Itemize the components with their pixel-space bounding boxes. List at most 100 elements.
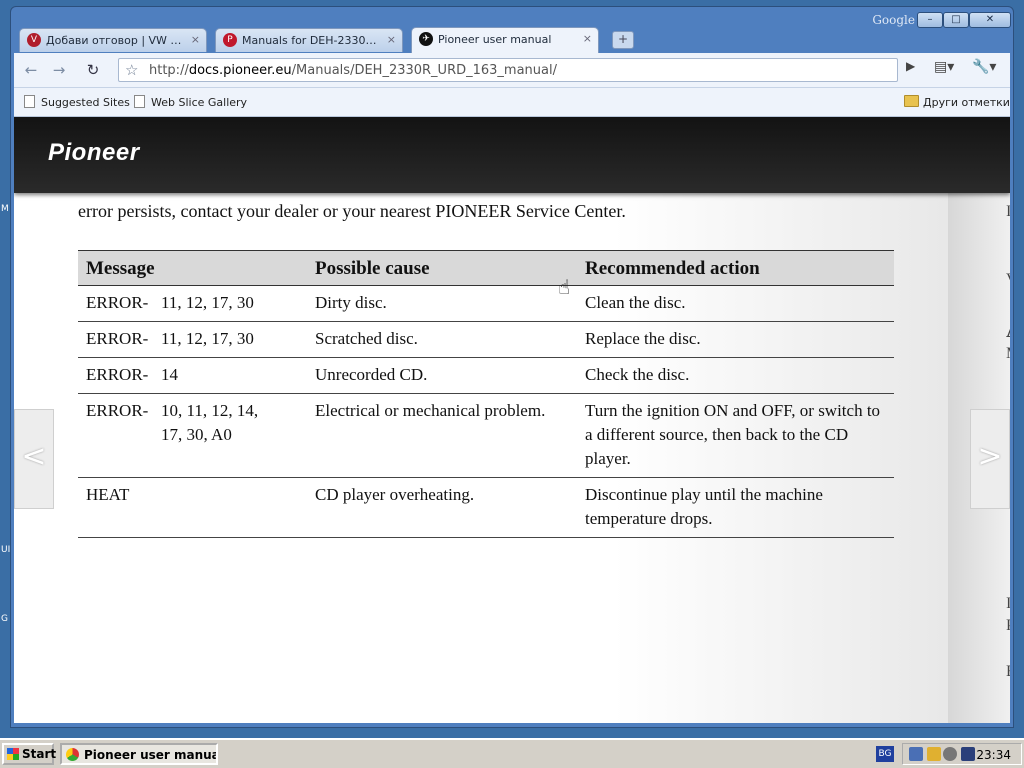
next-page-button[interactable]: >	[970, 409, 1010, 509]
taskbar-item-browser[interactable]: Pioneer user manual ...	[60, 743, 218, 765]
google-label: Google	[872, 13, 915, 27]
intro-text: error persists, contact your dealer or y…	[78, 201, 626, 221]
url-path: /Manuals/DEH_2330R_URD_163_manual/	[291, 63, 557, 78]
action-cell: Clean the disc.	[577, 285, 894, 322]
message-cell: ERROR- 11, 12, 17, 30	[78, 285, 307, 322]
message-cell: ERROR- 11, 12, 17, 30	[78, 321, 307, 358]
message-codes: 11, 12, 17, 30	[161, 293, 254, 312]
security-icon[interactable]	[927, 747, 941, 761]
column-header-cause: Possible cause	[307, 250, 577, 286]
previous-page-button[interactable]: <	[14, 409, 54, 509]
tab-vw-club[interactable]: V Добави отговор | VW club… ×	[19, 28, 207, 52]
error-message-table: Message Possible cause Recommended actio…	[78, 250, 894, 538]
tab-close-icon[interactable]: ×	[583, 32, 592, 45]
table-row: ERROR- 11, 12, 17, 30 Dirty disc. Clean t…	[78, 285, 894, 322]
close-window-button[interactable]: ✕	[969, 12, 1011, 28]
column-header-action: Recommended action	[577, 250, 894, 286]
action-cell: Check the disc.	[577, 357, 894, 394]
start-label: Start	[22, 747, 57, 761]
tab-manuals[interactable]: P Manuals for DEH-2330R - P… ×	[215, 28, 403, 52]
hand-cursor-icon: ☝	[558, 275, 571, 299]
message-cell: ERROR- 10, 11, 12, 14, 17, 30, A0	[78, 393, 307, 478]
bookmark-label: Suggested Sites	[41, 96, 130, 109]
other-bookmarks[interactable]: Други отметки	[904, 95, 1010, 109]
action-cell: Turn the ignition ON and OFF, or switch …	[577, 393, 894, 478]
desktop-label-fragment: M	[1, 204, 9, 214]
pioneer-bird-icon: ✈	[419, 32, 433, 46]
cause-cell: Unrecorded CD.	[307, 357, 577, 394]
tab-close-icon[interactable]: ×	[191, 33, 200, 46]
other-bookmarks-label: Други отметки	[923, 96, 1010, 109]
cause-cell: CD player overheating.	[307, 477, 577, 538]
go-icon[interactable]: ▶	[906, 59, 915, 73]
url-host: docs.pioneer.eu	[188, 63, 292, 78]
table-row: ERROR- 10, 11, 12, 14, 17, 30, A0 Electri…	[78, 393, 894, 478]
manual-page: error persists, contact your dealer or y…	[78, 201, 894, 538]
page-icon	[134, 95, 145, 108]
preview-glyph: M	[1006, 345, 1010, 363]
clock: 23:34	[976, 748, 1011, 762]
column-header-message: Message	[78, 250, 307, 286]
pioneer-p-icon: P	[223, 33, 237, 47]
tools-menu-icon[interactable]: 🔧▾	[972, 59, 996, 75]
bookmark-web-slice-gallery[interactable]: Web Slice Gallery	[134, 95, 247, 109]
tab-close-icon[interactable]: ×	[387, 33, 396, 46]
message-prefix: ERROR-	[86, 401, 149, 420]
message-cell: HEAT	[78, 477, 307, 538]
hardware-icon[interactable]	[961, 747, 975, 761]
address-bar[interactable]: ☆ http://docs.pioneer.eu/Manuals/DEH_233…	[118, 58, 898, 82]
preview-glyph: A	[1006, 317, 1010, 343]
desktop-label-fragment: UI	[1, 545, 11, 555]
taskbar-item-label: Pioneer user manual ...	[84, 748, 216, 762]
star-icon[interactable]: ☆	[125, 61, 138, 79]
chrome-icon	[66, 748, 79, 761]
tab-pioneer-user-manual[interactable]: ✈ Pioneer user manual ×	[411, 27, 599, 53]
network-icon[interactable]	[909, 747, 923, 761]
preview-glyph: I	[1006, 203, 1010, 220]
site-header: Pioneer	[14, 117, 1010, 193]
page-content: I V A M C I P E Pioneer error persists, …	[14, 117, 1010, 723]
tab-title: Pioneer user manual	[438, 33, 552, 46]
page-icon	[24, 95, 35, 108]
browser-window: Google – □ ✕ V Добави отговор | VW club……	[10, 6, 1014, 728]
action-cell: Replace the disc.	[577, 321, 894, 358]
table-header-row: Message Possible cause Recommended actio…	[78, 250, 894, 286]
maximize-button[interactable]: □	[943, 12, 969, 28]
toolbar: ← → ↻ ☆ http://docs.pioneer.eu/Manuals/D…	[14, 53, 1010, 88]
tab-title: Manuals for DEH-2330R - P…	[242, 34, 382, 47]
bookmark-suggested-sites[interactable]: Suggested Sites	[24, 95, 130, 109]
taskbar: Start Pioneer user manual ... BG 23:34	[0, 738, 1024, 768]
cause-cell: Scratched disc.	[307, 321, 577, 358]
preview-glyph: P	[1006, 617, 1010, 635]
desktop-label-fragment: G	[1, 614, 8, 624]
start-button[interactable]: Start	[2, 743, 57, 765]
page-menu-icon[interactable]: ▤▾	[934, 59, 954, 75]
cause-cell: Dirty disc.	[307, 285, 577, 322]
preview-glyph: V	[1006, 271, 1010, 289]
vw-icon: V	[27, 33, 41, 47]
reload-button[interactable]: ↻	[82, 59, 104, 81]
pioneer-logo[interactable]: Pioneer	[48, 139, 140, 167]
preview-glyph: E	[1006, 663, 1010, 681]
title-bar: Google – □ ✕ V Добави отговор | VW club……	[11, 7, 1013, 59]
url-prefix: http://	[149, 63, 189, 78]
message-codes: 14	[161, 365, 178, 384]
preview-glyph: I	[1006, 595, 1010, 612]
message-cell: ERROR- 14	[78, 357, 307, 394]
new-tab-button[interactable]: +	[612, 31, 634, 49]
message-prefix: ERROR-	[86, 365, 149, 384]
cause-cell: Electrical or mechanical problem.	[307, 393, 577, 478]
message-prefix: HEAT	[86, 485, 130, 504]
action-cell: Discontinue play until the machine tempe…	[577, 477, 894, 538]
minimize-button[interactable]: –	[917, 12, 943, 28]
system-tray: 23:34	[902, 743, 1022, 765]
message-codes: 11, 12, 17, 30	[161, 329, 254, 348]
message-codes: 10, 11, 12, 14, 17, 30, A0	[161, 401, 259, 444]
language-indicator[interactable]: BG	[876, 746, 894, 762]
table-row: HEAT CD player overheating. Discontinue …	[78, 477, 894, 538]
volume-icon[interactable]	[943, 747, 957, 761]
back-button[interactable]: ←	[20, 59, 42, 81]
url-text[interactable]: http://docs.pioneer.eu/Manuals/DEH_2330R…	[149, 63, 557, 78]
forward-button[interactable]: →	[48, 59, 70, 81]
folder-icon	[904, 95, 919, 107]
